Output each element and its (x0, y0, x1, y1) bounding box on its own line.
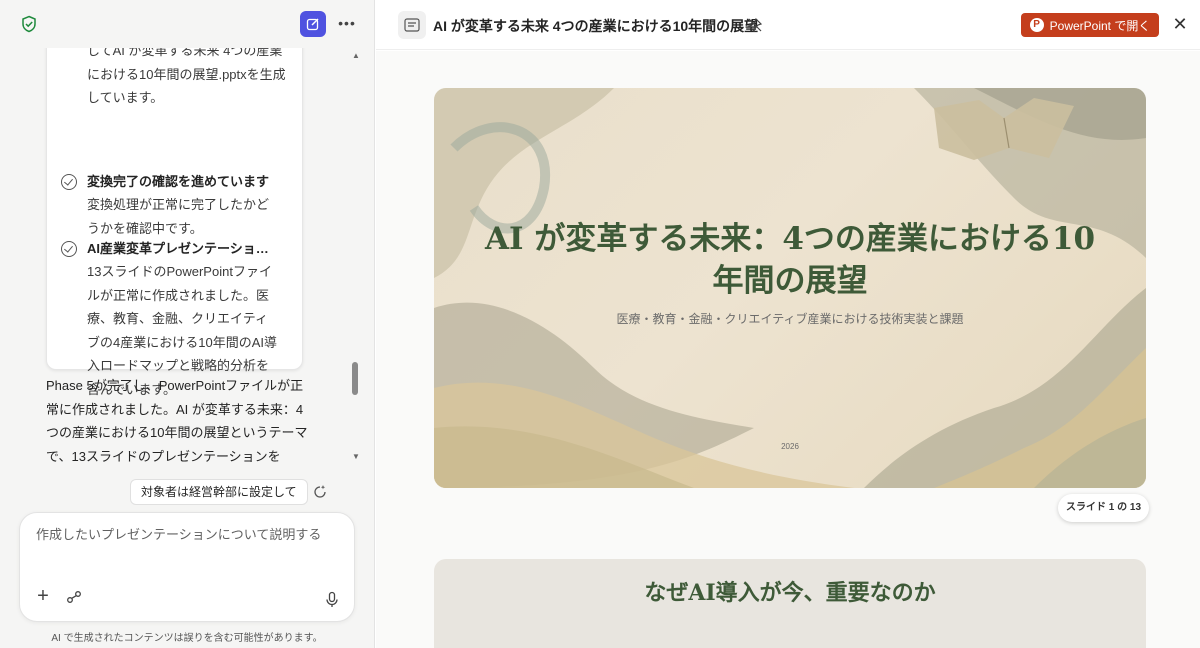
powerpoint-logo-icon (1029, 18, 1044, 32)
slide-title: AI が変革する未来：4つの産業における10年間の展望 (484, 221, 1096, 299)
sparkle-refresh-icon[interactable] (311, 483, 329, 501)
slide-counter-badge: スライド 1 の 13 (1058, 494, 1149, 522)
assistant-message: Phase 5が完了し、PowerPointファイルが正常に作成されました。AI… (46, 378, 308, 464)
slide-subtitle: 医療・教育・金融・クリエイティブ産業における技術実装と課題 (616, 312, 964, 326)
shield-check-icon[interactable] (20, 15, 38, 33)
new-chat-button[interactable] (300, 11, 326, 37)
preview-header: AI が変革する未来 4つの産業における10年間の展望 PowerPoint で… (376, 0, 1200, 50)
card-top-text: してAI が変革する未来 4つの産業における10年間の展望.pptxを生成してい… (87, 48, 286, 105)
more-options-icon[interactable]: ••• (336, 12, 358, 34)
check-circle-icon (61, 241, 77, 257)
scroll-down-icon[interactable]: ▼ (351, 452, 361, 462)
check-circle-icon (61, 174, 77, 190)
scrollbar-thumb[interactable] (352, 362, 358, 395)
slide-2[interactable]: なぜAI導入が今、重要なのか (434, 559, 1146, 648)
prompt-input[interactable]: 作成したいプレゼンテーションについて説明する (36, 525, 326, 545)
slide-2-title: なぜAI導入が今、重要なのか (644, 580, 936, 606)
progress-card: してAI が変革する未来 4つの産業における10年間の展望.pptxを生成してい… (46, 48, 303, 397)
chat-header: ••• (0, 0, 374, 48)
add-attachment-icon[interactable]: + (34, 586, 52, 606)
ai-disclaimer: AI で生成されたコンテンツは誤りを含む可能性があります。 (51, 633, 323, 644)
prompt-input-box[interactable]: 作成したいプレゼンテーションについて説明する + (19, 512, 355, 622)
step-title: 変換完了の確認を進めています (87, 174, 270, 189)
microphone-icon[interactable] (324, 591, 340, 609)
open-in-powerpoint-button[interactable]: PowerPoint で開く (1021, 13, 1159, 37)
slides-viewer[interactable]: AI が変革する未来：4つの産業における10年間の展望 医療・教育・金融・クリエ… (376, 51, 1200, 648)
suggestion-chip[interactable]: 対象者は経営幹部に設定して (130, 479, 308, 505)
tools-icon[interactable] (66, 589, 82, 605)
compose-icon (306, 18, 319, 31)
document-icon (398, 11, 426, 39)
slide-1[interactable]: AI が変革する未来：4つの産業における10年間の展望 医療・教育・金融・クリエ… (434, 88, 1146, 488)
document-title: AI が変革する未来 4つの産業における10年間の展望 (433, 18, 759, 34)
close-icon[interactable]: ✕ (1170, 14, 1190, 34)
open-button-label: PowerPoint で開く (1049, 18, 1151, 33)
step-body: 変換処理が正常に完了したかどうかを確認中です。 (87, 197, 270, 236)
slide-year: 2026 (781, 442, 799, 451)
scroll-up-icon[interactable]: ▲ (351, 51, 361, 61)
step-title[interactable]: AI産業変革プレゼンテーショ… (87, 239, 277, 259)
preview-panel: AI が変革する未来 4つの産業における10年間の展望 PowerPoint で… (376, 0, 1200, 648)
chat-scroll-area[interactable]: してAI が変革する未来 4つの産業における10年間の展望.pptxを生成してい… (0, 48, 374, 468)
unpin-icon[interactable] (747, 17, 763, 33)
chat-panel: ••• してAI が変革する未来 4つの産業における10年間の展望.pptxを生… (0, 0, 375, 648)
